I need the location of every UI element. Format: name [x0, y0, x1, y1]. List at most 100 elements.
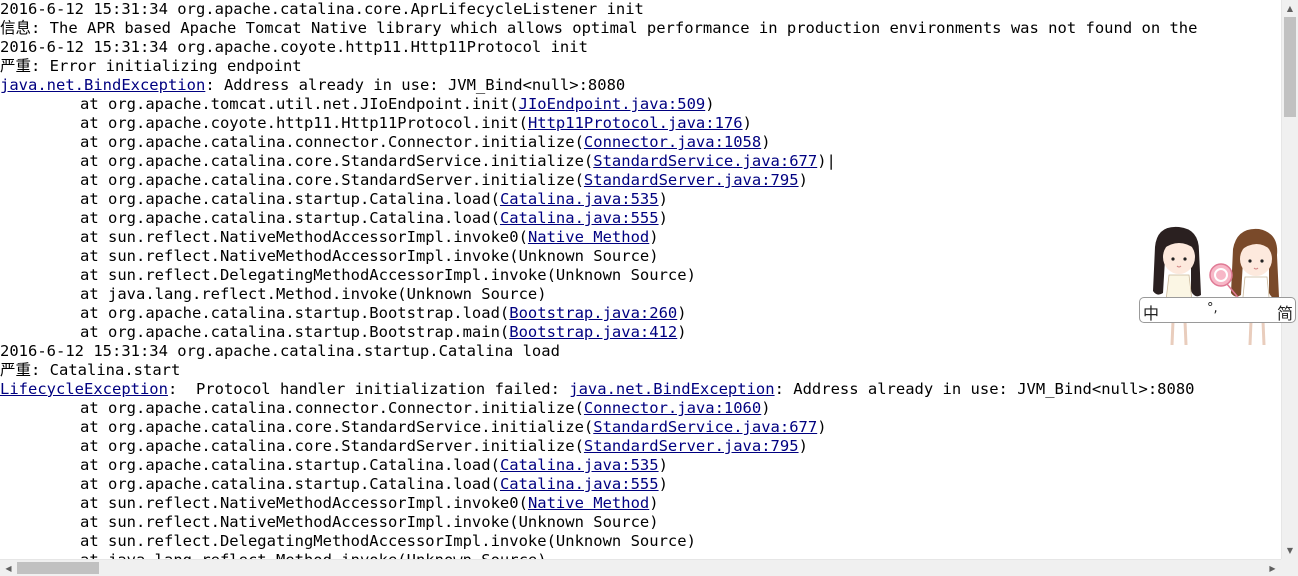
log-text: at sun.reflect.NativeMethodAccessorImpl.…: [80, 494, 528, 512]
log-text: 信息: The APR based Apache Tomcat Native l…: [0, 19, 1198, 37]
stack-trace-line: at sun.reflect.NativeMethodAccessorImpl.…: [0, 494, 1281, 513]
log-text: )|: [817, 152, 836, 170]
scrollbar-corner: [1281, 559, 1298, 576]
log-text: at sun.reflect.NativeMethodAccessorImpl.…: [80, 513, 659, 531]
scroll-down-arrow-icon[interactable]: ▼: [1282, 542, 1298, 559]
source-link[interactable]: Catalina.java:535: [500, 456, 659, 474]
log-line: 2016-6-12 15:31:34 org.apache.coyote.htt…: [0, 38, 1281, 57]
stack-trace-line: at org.apache.catalina.core.StandardServ…: [0, 152, 1281, 171]
log-text: at org.apache.catalina.startup.Catalina.…: [80, 209, 500, 227]
source-link[interactable]: Connector.java:1058: [584, 133, 761, 151]
vertical-scroll-thumb[interactable]: [1284, 17, 1296, 117]
log-text: ): [798, 437, 808, 455]
ime-punctuation-toggle[interactable]: °,: [1207, 301, 1218, 316]
source-link[interactable]: StandardService.java:677: [593, 418, 817, 436]
stack-trace-line: at org.apache.coyote.http11.Http11Protoc…: [0, 114, 1281, 133]
stack-trace-line: at org.apache.catalina.core.StandardServ…: [0, 437, 1281, 456]
log-text: at java.lang.reflect.Method.invoke(Unkno…: [80, 551, 547, 559]
source-link[interactable]: Bootstrap.java:260: [509, 304, 677, 322]
source-link[interactable]: StandardServer.java:795: [584, 171, 799, 189]
stack-trace-line: at org.apache.catalina.connector.Connect…: [0, 133, 1281, 152]
log-text: at org.apache.catalina.startup.Bootstrap…: [80, 323, 510, 341]
log-text: ): [798, 171, 808, 189]
log-line: java.net.BindException: Address already …: [0, 76, 1281, 95]
log-text: 严重: Catalina.start: [0, 361, 181, 379]
log-text: ): [705, 95, 715, 113]
log-text: ): [658, 456, 668, 474]
log-text: at org.apache.catalina.startup.Catalina.…: [80, 190, 500, 208]
source-link[interactable]: Catalina.java:555: [500, 209, 659, 227]
log-text: at sun.reflect.DelegatingMethodAccessorI…: [80, 532, 696, 550]
log-text: ): [817, 418, 827, 436]
stack-trace-line: at org.apache.catalina.startup.Catalina.…: [0, 190, 1281, 209]
log-text: at org.apache.catalina.connector.Connect…: [80, 399, 584, 417]
scroll-up-arrow-icon[interactable]: ▲: [1282, 0, 1298, 17]
scroll-left-arrow-icon[interactable]: ◀: [0, 560, 17, 576]
log-text: ): [742, 114, 752, 132]
horizontal-scrollbar[interactable]: ◀ ▶: [0, 559, 1281, 576]
log-line: 2016-6-12 15:31:34 org.apache.catalina.c…: [0, 0, 1281, 19]
stack-trace-line: at sun.reflect.NativeMethodAccessorImpl.…: [0, 247, 1281, 266]
source-link[interactable]: StandardServer.java:795: [584, 437, 799, 455]
log-text: at org.apache.tomcat.util.net.JIoEndpoin…: [80, 95, 519, 113]
source-link[interactable]: Bootstrap.java:412: [509, 323, 677, 341]
log-line: 信息: The APR based Apache Tomcat Native l…: [0, 19, 1281, 38]
log-text: at java.lang.reflect.Method.invoke(Unkno…: [80, 285, 547, 303]
log-text: at org.apache.catalina.core.StandardServ…: [80, 152, 594, 170]
stack-trace-line: at org.apache.catalina.startup.Bootstrap…: [0, 304, 1281, 323]
stack-trace-line: at sun.reflect.NativeMethodAccessorImpl.…: [0, 513, 1281, 532]
log-text: 2016-6-12 15:31:34 org.apache.catalina.s…: [0, 342, 560, 360]
log-text: at sun.reflect.NativeMethodAccessorImpl.…: [80, 228, 528, 246]
log-line: LifecycleException: Protocol handler ini…: [0, 380, 1281, 399]
log-text: 2016-6-12 15:31:34 org.apache.catalina.c…: [0, 0, 644, 18]
source-link[interactable]: Connector.java:1060: [584, 399, 761, 417]
log-text: ): [658, 209, 668, 227]
log-text: : Address already in use: JVM_Bind<null>…: [205, 76, 626, 94]
log-text: at org.apache.catalina.startup.Catalina.…: [80, 475, 500, 493]
source-link[interactable]: Catalina.java:535: [500, 190, 659, 208]
source-link[interactable]: Catalina.java:555: [500, 475, 659, 493]
log-text: at org.apache.catalina.connector.Connect…: [80, 133, 584, 151]
ime-mode-toggle[interactable]: 中: [1143, 300, 1159, 324]
log-text: 严重: Error initializing endpoint: [0, 57, 302, 75]
log-text: ): [677, 304, 687, 322]
log-text: at org.apache.catalina.startup.Catalina.…: [80, 456, 500, 474]
horizontal-scroll-thumb[interactable]: [17, 562, 99, 574]
log-text: ): [761, 399, 771, 417]
log-line: 严重: Catalina.start: [0, 361, 1281, 380]
stack-trace-line: at org.apache.catalina.connector.Connect…: [0, 399, 1281, 418]
log-line: 严重: Error initializing endpoint: [0, 57, 1281, 76]
source-link[interactable]: JIoEndpoint.java:509: [519, 95, 706, 113]
stack-trace-line: at java.lang.reflect.Method.invoke(Unkno…: [0, 551, 1281, 559]
source-link[interactable]: LifecycleException: [0, 380, 168, 398]
console-output[interactable]: 2016-6-12 15:31:34 org.apache.catalina.c…: [0, 0, 1281, 559]
log-text: 2016-6-12 15:31:34 org.apache.coyote.htt…: [0, 38, 588, 56]
source-link[interactable]: Http11Protocol.java:176: [528, 114, 743, 132]
cartoon-girls-icon: [1153, 226, 1279, 346]
log-text: at org.apache.coyote.http11.Http11Protoc…: [80, 114, 528, 132]
log-text: at org.apache.catalina.core.StandardServ…: [80, 418, 594, 436]
source-link[interactable]: Native Method: [528, 228, 649, 246]
log-text: at org.apache.catalina.core.StandardServ…: [80, 437, 584, 455]
source-link[interactable]: Native Method: [528, 494, 649, 512]
stack-trace-line: at java.lang.reflect.Method.invoke(Unkno…: [0, 285, 1281, 304]
stack-trace-line: at org.apache.catalina.core.StandardServ…: [0, 171, 1281, 190]
stack-trace-line: at sun.reflect.DelegatingMethodAccessorI…: [0, 266, 1281, 285]
source-link[interactable]: java.net.BindException: [569, 380, 774, 398]
log-text: ): [658, 190, 668, 208]
source-link[interactable]: StandardService.java:677: [593, 152, 817, 170]
log-text: ): [761, 133, 771, 151]
log-text: at org.apache.catalina.core.StandardServ…: [80, 171, 584, 189]
stack-trace-line: at sun.reflect.NativeMethodAccessorImpl.…: [0, 228, 1281, 247]
stack-trace-line: at org.apache.catalina.startup.Catalina.…: [0, 456, 1281, 475]
ime-toolbar[interactable]: 中 °, 简: [1137, 225, 1298, 350]
log-line: 2016-6-12 15:31:34 org.apache.catalina.s…: [0, 342, 1281, 361]
stack-trace-line: at sun.reflect.DelegatingMethodAccessorI…: [0, 532, 1281, 551]
scroll-right-arrow-icon[interactable]: ▶: [1264, 560, 1281, 576]
stack-trace-line: at org.apache.catalina.core.StandardServ…: [0, 418, 1281, 437]
log-text: ): [649, 494, 659, 512]
ime-script-toggle[interactable]: 简: [1277, 300, 1293, 324]
log-text: at sun.reflect.NativeMethodAccessorImpl.…: [80, 247, 659, 265]
source-link[interactable]: java.net.BindException: [0, 76, 205, 94]
log-text: : Address already in use: JVM_Bind<null>…: [774, 380, 1195, 398]
